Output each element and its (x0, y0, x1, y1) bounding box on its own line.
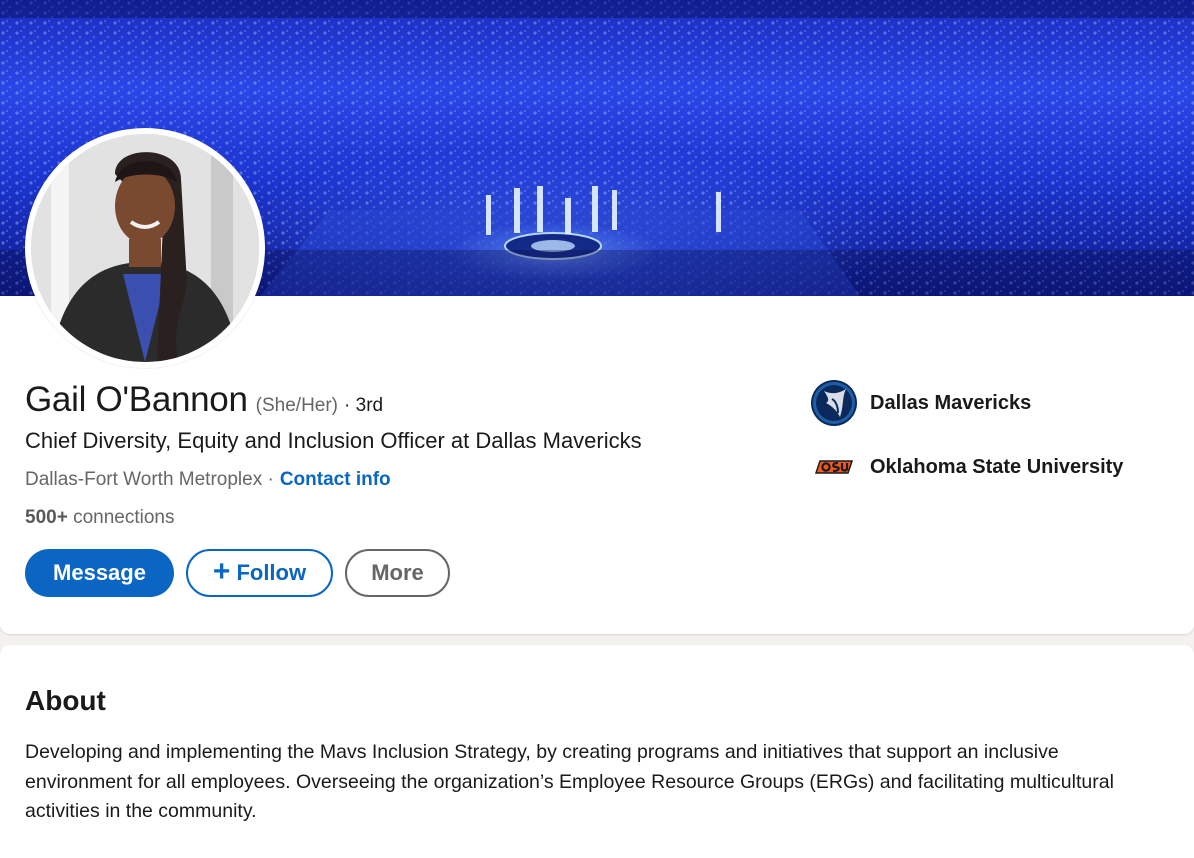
connections-number: 500+ (25, 507, 68, 528)
about-heading: About (25, 685, 106, 716)
about-text: Developing and implementing the Mavs Inc… (25, 741, 1114, 822)
current-company-link[interactable]: Dallas Mavericks (810, 380, 1123, 426)
follow-button[interactable]: + Follow (186, 549, 333, 597)
profile-photo[interactable] (25, 128, 265, 368)
profile-actions: Message + Follow More (25, 549, 450, 597)
plus-icon: + (212, 554, 231, 588)
name-row: Gail O'Bannon (She/Her) · 3rd (25, 380, 383, 420)
education-school-name: Oklahoma State University (870, 455, 1124, 478)
connection-degree: · 3rd (344, 395, 384, 416)
profile-top-card: Gail O'Bannon (She/Her) · 3rd Chief Dive… (0, 0, 1194, 634)
more-button[interactable]: More (345, 549, 450, 597)
mavericks-logo-icon (810, 379, 858, 427)
connections-count[interactable]: 500+ connections (25, 507, 174, 529)
follow-label: Follow (236, 560, 307, 585)
osu-logo-icon (810, 443, 858, 491)
profile-headline: Chief Diversity, Equity and Inclusion Of… (25, 428, 642, 453)
pronouns: (She/Her) (255, 395, 339, 416)
profile-photo-image (31, 134, 259, 362)
location-row: Dallas-Fort Worth Metroplex · Contact in… (25, 469, 391, 491)
profile-name: Gail O'Bannon (25, 380, 248, 419)
education-link[interactable]: Oklahoma State University (810, 444, 1123, 490)
connections-label: connections (73, 507, 175, 528)
about-section: About Developing and implementing the Ma… (0, 645, 1194, 858)
current-company-name: Dallas Mavericks (870, 391, 1032, 414)
profile-location: Dallas-Fort Worth Metroplex · (25, 469, 274, 490)
message-button[interactable]: Message (25, 549, 174, 597)
contact-info-link[interactable]: Contact info (280, 469, 391, 491)
experience-education-links: Dallas Mavericks Oklahoma State Universi… (810, 380, 1123, 508)
